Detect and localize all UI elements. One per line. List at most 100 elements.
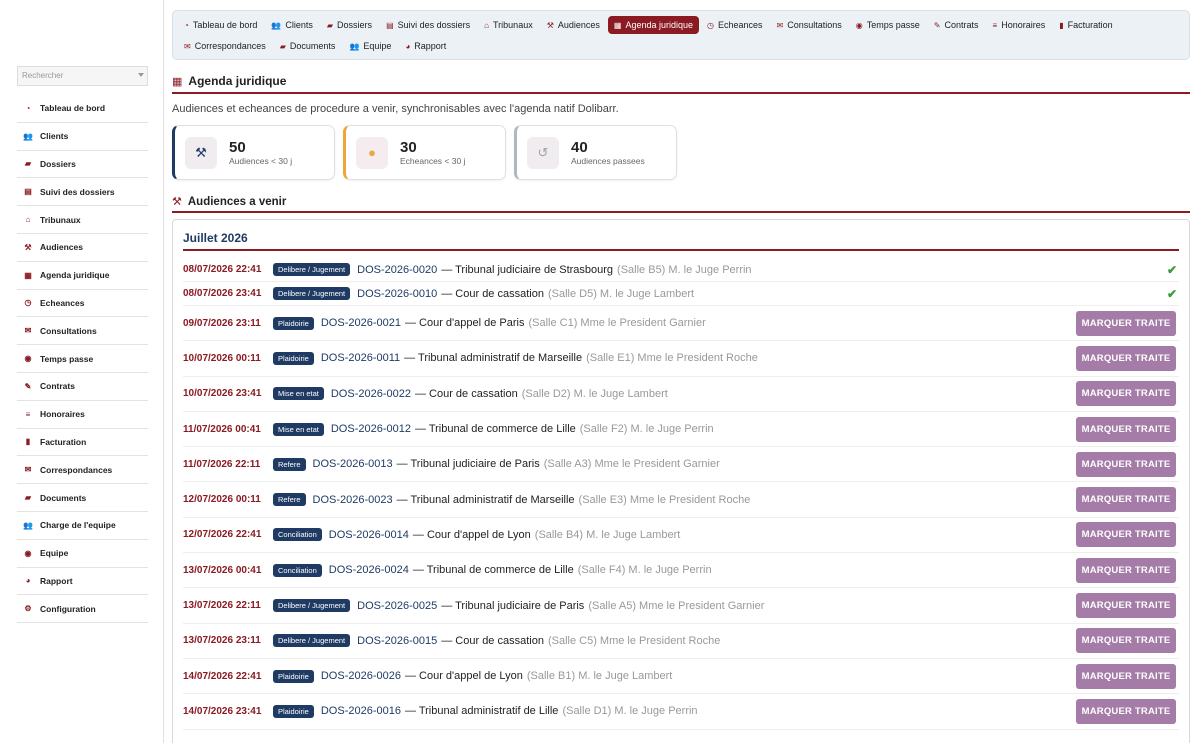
case-link[interactable]: DOS-2026-0025 xyxy=(357,600,437,612)
nav-tab[interactable]: ◕ Rapport xyxy=(399,37,452,55)
sidebar: Rechercher ◔ Tableau de bord 👥 Clients ▰ Doss… xyxy=(0,0,164,743)
sidebar-item[interactable]: ▦ Agenda juridique xyxy=(17,262,148,290)
sidebar-item[interactable]: ⚙ Configuration xyxy=(17,595,148,624)
nav-tab-label: Audiences xyxy=(557,20,600,30)
sidebar-item[interactable]: ◷ Echeances xyxy=(17,290,148,318)
top-navigation: ◔ Tableau de bord 👥 Clients ▰ Dossiers ▤ Suivi … xyxy=(172,10,1190,60)
nav-tab[interactable]: ✉ Correspondances xyxy=(178,37,272,55)
nav-tab[interactable]: ◉ Temps passe xyxy=(850,16,926,34)
nav-tab[interactable]: ▮ Facturation xyxy=(1053,16,1118,34)
row-date: 08/07/2026 23:41 xyxy=(183,288,262,299)
type-badge: Conciliation xyxy=(273,528,322,542)
case-link[interactable]: DOS-2026-0020 xyxy=(357,264,437,276)
nav-tab[interactable]: ⌂ Tribunaux xyxy=(478,16,539,34)
sidebar-item[interactable]: ◉ Equipe xyxy=(17,540,148,568)
nav-tab[interactable]: 👥 Equipe xyxy=(343,37,397,55)
court-name: — Tribunal judiciaire de Strasbourg xyxy=(441,263,614,276)
room-judge: (Salle C1) Mme le President Garnier xyxy=(528,317,706,330)
nav-tab[interactable]: ✎ Contrats xyxy=(928,16,985,34)
sidebar-item[interactable]: ▰ Dossiers xyxy=(17,151,148,179)
mark-done-button[interactable]: MARQUER TRAITE xyxy=(1076,416,1176,442)
gauge-icon: ◔ xyxy=(184,20,189,30)
case-link[interactable]: DOS-2026-0011 xyxy=(321,352,400,364)
case-link[interactable]: DOS-2026-0021 xyxy=(321,317,401,329)
nav-tab-label: Suivi des dossiers xyxy=(397,20,471,30)
mark-done-button[interactable]: MARQUER TRAITE xyxy=(1076,663,1176,689)
nav-tab[interactable]: 👥 Clients xyxy=(265,16,318,34)
sidebar-item-label: Suivi des dossiers xyxy=(40,186,115,197)
section-header: ⚒ Audiences a venir xyxy=(172,192,1190,213)
nav-tab-label: Honoraires xyxy=(1001,20,1046,30)
sidebar-item[interactable]: ▮ Facturation xyxy=(17,429,148,457)
case-link[interactable]: DOS-2026-0023 xyxy=(313,494,393,506)
sidebar-item[interactable]: ▤ Suivi des dossiers xyxy=(17,178,148,207)
case-link[interactable]: DOS-2026-0010 xyxy=(357,288,437,300)
sidebar-item[interactable]: ✉ Consultations xyxy=(17,317,148,346)
case-link[interactable]: DOS-2026-0016 xyxy=(321,705,401,717)
nav-tab[interactable]: ≡ Honoraires xyxy=(987,16,1052,34)
sidebar-item[interactable]: ◔ Tableau de bord xyxy=(17,95,148,123)
sidebar-item[interactable]: 👥 Clients xyxy=(17,123,148,151)
nav-tab[interactable]: ▤ Suivi des dossiers xyxy=(380,16,476,34)
sidebar-item[interactable]: ◉ Temps passe xyxy=(17,345,148,373)
sidebar-item[interactable]: ✎ Contrats xyxy=(17,373,148,401)
mark-done-button[interactable]: MARQUER TRAITE xyxy=(1076,381,1176,407)
sidebar-item[interactable]: ✉ Correspondances xyxy=(17,456,148,485)
row-date: 13/07/2026 00:41 xyxy=(183,564,262,576)
table-row: 11/07/2026 22:11 Refere DOS-2026-0013— Tri… xyxy=(183,447,1179,483)
mark-done-button[interactable]: MARQUER TRAITE xyxy=(1076,628,1176,654)
stat-card-audiences: ⚒ 50 Audiences < 30 j xyxy=(172,125,335,180)
mark-done-button[interactable]: MARQUER TRAITE xyxy=(1076,345,1176,371)
stat-label: Audiences passees xyxy=(571,156,645,166)
calendar-icon: ▦ xyxy=(172,75,183,88)
mark-done-button[interactable]: MARQUER TRAITE xyxy=(1076,487,1176,513)
page-subtitle: Audiences et echeances de procedure a ve… xyxy=(172,103,619,115)
case-link[interactable]: DOS-2026-0012 xyxy=(331,423,411,435)
table-row: 14/07/2026 22:41 Plaidoirie DOS-2026-0026—… xyxy=(183,659,1179,695)
mark-done-button[interactable]: MARQUER TRAITE xyxy=(1076,310,1176,336)
gear-icon: ⚙ xyxy=(24,604,32,614)
sidebar-item[interactable]: ◕ Rapport xyxy=(17,568,148,596)
case-link[interactable]: DOS-2026-0015 xyxy=(357,635,437,647)
sidebar-item[interactable]: ≡ Honoraires xyxy=(17,401,148,429)
room-judge: (Salle D2) M. le Juge Lambert xyxy=(521,387,668,400)
nav-tab[interactable]: ▰ Documents xyxy=(274,37,342,55)
mark-done-button[interactable]: MARQUER TRAITE xyxy=(1076,451,1176,477)
case-link[interactable]: DOS-2026-0013 xyxy=(313,458,393,470)
mark-done-button[interactable]: MARQUER TRAITE xyxy=(1076,593,1176,619)
coins-icon: ≡ xyxy=(25,409,31,419)
mark-done-button[interactable]: MARQUER TRAITE xyxy=(1076,698,1176,724)
case-link[interactable]: DOS-2026-0014 xyxy=(329,529,409,541)
sidebar-item[interactable]: ⌂ Tribunaux xyxy=(17,206,148,234)
user-clock-icon: ◉ xyxy=(855,20,863,30)
type-badge: Mise en etat xyxy=(273,387,324,401)
type-badge: Plaidoirie xyxy=(273,351,314,365)
nav-tab-label: Tableau de bord xyxy=(192,20,258,30)
nav-tab[interactable]: ⚒ Audiences xyxy=(541,16,606,34)
case-link[interactable]: DOS-2026-0022 xyxy=(331,388,411,400)
type-badge: Refere xyxy=(273,457,306,471)
case-link[interactable]: DOS-2026-0026 xyxy=(321,670,401,682)
sidebar-item[interactable]: ⚒ Audiences xyxy=(17,234,148,262)
search-select[interactable]: Rechercher xyxy=(17,66,148,86)
sidebar-item[interactable]: 👥 Charge de l'equipe xyxy=(17,512,148,540)
room-judge: (Salle F4) M. le Juge Perrin xyxy=(577,564,712,577)
case-link[interactable]: DOS-2026-0024 xyxy=(329,564,409,576)
type-badge: Refere xyxy=(273,493,306,507)
mark-done-button[interactable]: MARQUER TRAITE xyxy=(1076,557,1176,583)
building-icon: ⌂ xyxy=(25,215,31,225)
court-name: — Cour d'appel de Lyon xyxy=(412,528,531,541)
nav-tab[interactable]: ◔ Tableau de bord xyxy=(178,16,263,34)
nav-tab[interactable]: ▦ Agenda juridique xyxy=(607,16,700,34)
nav-tab[interactable]: ▰ Dossiers xyxy=(321,16,378,34)
invoice-icon: ▮ xyxy=(25,437,31,447)
clock-icon: ◷ xyxy=(707,20,715,30)
nav-tab[interactable]: ✉ Consultations xyxy=(771,16,848,34)
room-judge: (Salle E1) Mme le President Roche xyxy=(586,352,758,365)
envelope-icon: ✉ xyxy=(184,41,191,51)
room-judge: (Salle A5) Mme le President Garnier xyxy=(588,599,765,612)
nav-tab[interactable]: ◷ Echeances xyxy=(701,16,769,34)
history-icon: ↺ xyxy=(527,136,559,169)
mark-done-button[interactable]: MARQUER TRAITE xyxy=(1076,522,1176,548)
sidebar-item[interactable]: ▰ Documents xyxy=(17,484,148,512)
